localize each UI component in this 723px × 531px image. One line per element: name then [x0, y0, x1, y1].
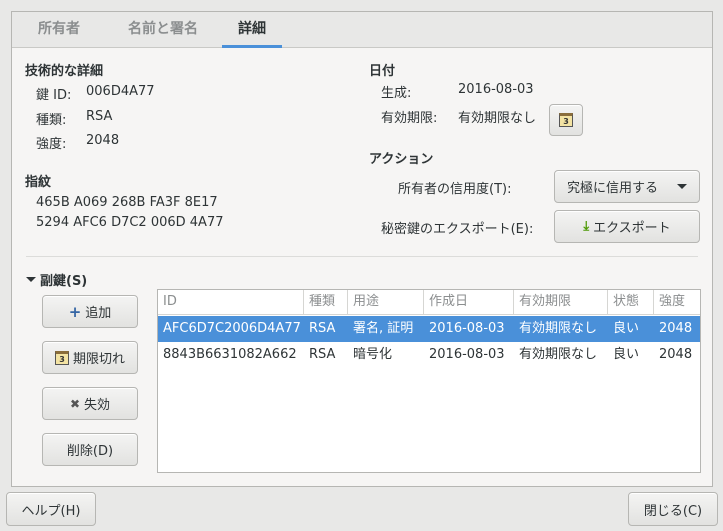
cell-strength: 2048	[659, 321, 693, 336]
delete-button-label: 削除(D)	[66, 444, 114, 459]
cell-created: 2016-08-03	[429, 321, 505, 336]
fingerprint-heading: 指紋	[25, 175, 52, 190]
cell-type: RSA	[309, 321, 336, 336]
table-header: ID 種類 用途 作成日 有効期限 状態 強度	[158, 290, 700, 315]
cell-expires: 有効期限なし	[519, 347, 598, 362]
cell-type: RSA	[309, 347, 336, 362]
column-header-id[interactable]: ID	[158, 290, 304, 315]
tab-details[interactable]: 詳細	[222, 12, 282, 48]
tab-bar: 所有者 名前と署名 詳細	[12, 12, 712, 48]
export-button-label: エクスポート	[593, 221, 671, 236]
created-label: 生成:	[381, 86, 412, 101]
trust-label: 所有者の信用度(T):	[398, 182, 512, 197]
close-button-label: 閉じる(C)	[643, 503, 703, 519]
key-id-label: 鍵 ID:	[36, 88, 72, 103]
key-properties-notebook: 所有者 名前と署名 詳細 技術的な詳細 鍵 ID: 006D4A77 種類: R…	[11, 11, 713, 487]
expires-value: 有効期限なし	[458, 111, 537, 126]
chevron-down-icon	[677, 184, 687, 189]
subkeys-expander[interactable]: 副鍵(S)	[26, 270, 87, 289]
tab-owner[interactable]: 所有者	[24, 12, 94, 48]
calendar-icon: 3	[54, 350, 69, 365]
column-header-strength[interactable]: 強度	[654, 290, 700, 315]
export-button[interactable]: ⤓ エクスポート	[554, 210, 700, 243]
revoke-button-label: 失効	[84, 398, 111, 413]
column-header-expires[interactable]: 有効期限	[514, 290, 608, 315]
key-id-value: 006D4A77	[86, 84, 155, 99]
actions-heading: アクション	[369, 152, 434, 167]
fingerprint-line-1: 465B A069 268B FA3F 8E17	[36, 195, 218, 210]
strength-value: 2048	[86, 133, 120, 148]
separator	[26, 256, 698, 257]
fingerprint-line-2: 5294 AFC6 D7C2 006D 4A77	[36, 215, 224, 230]
column-header-status[interactable]: 状態	[608, 290, 654, 315]
help-button[interactable]: ヘルプ(H)	[6, 492, 96, 526]
help-button-label: ヘルプ(H)	[21, 503, 81, 519]
close-button[interactable]: 閉じる(C)	[628, 492, 718, 526]
cell-created: 2016-08-03	[429, 347, 505, 362]
tech-details-heading: 技術的な詳細	[25, 64, 104, 79]
strength-label: 強度:	[36, 137, 67, 152]
column-header-usage[interactable]: 用途	[348, 290, 424, 315]
cell-status: 良い	[613, 321, 640, 336]
column-header-created[interactable]: 作成日	[424, 290, 514, 315]
revoke-subkey-button[interactable]: ✖ 失効	[42, 387, 138, 420]
cell-strength: 2048	[659, 347, 693, 362]
add-subkey-button[interactable]: + 追加	[42, 295, 138, 328]
download-icon: ⤓	[583, 219, 590, 234]
plus-icon: +	[68, 302, 82, 321]
cell-usage: 暗号化	[353, 347, 393, 362]
export-label: 秘密鍵のエクスポート(E):	[381, 222, 534, 237]
x-icon: ✖	[69, 396, 81, 411]
expire-subkey-button[interactable]: 3 期限切れ	[42, 341, 138, 374]
cell-status: 良い	[613, 347, 640, 362]
cell-id: 8843B6631082A662	[163, 347, 297, 362]
subkeys-table[interactable]: ID 種類 用途 作成日 有効期限 状態 強度 AFC6D7C2006D4A77…	[157, 289, 701, 473]
delete-subkey-button[interactable]: 削除(D)	[42, 433, 138, 466]
add-button-label: 追加	[85, 306, 112, 321]
table-row[interactable]: AFC6D7C2006D4A77 RSA 署名, 証明 2016-08-03 有…	[158, 316, 700, 342]
subkeys-heading: 副鍵(S)	[40, 274, 88, 289]
column-header-type[interactable]: 種類	[304, 290, 348, 315]
cell-expires: 有効期限なし	[519, 321, 598, 336]
trust-combobox[interactable]: 究極に信用する	[554, 170, 700, 203]
calendar-icon: 3	[559, 113, 573, 127]
cell-id: AFC6D7C2006D4A77	[163, 321, 301, 336]
type-label: 種類:	[36, 113, 67, 128]
type-value: RSA	[86, 109, 113, 124]
dates-heading: 日付	[369, 64, 396, 79]
change-expiry-button[interactable]: 3	[549, 104, 583, 136]
expires-label: 有効期限:	[381, 111, 438, 126]
table-row[interactable]: 8843B6631082A662 RSA 暗号化 2016-08-03 有効期限…	[158, 342, 700, 368]
trust-value: 究極に信用する	[567, 181, 659, 196]
cell-usage: 署名, 証明	[353, 321, 414, 336]
expire-button-label: 期限切れ	[72, 352, 125, 367]
expander-icon	[26, 277, 36, 282]
tab-names-signatures[interactable]: 名前と署名	[110, 12, 216, 48]
created-value: 2016-08-03	[458, 82, 534, 97]
